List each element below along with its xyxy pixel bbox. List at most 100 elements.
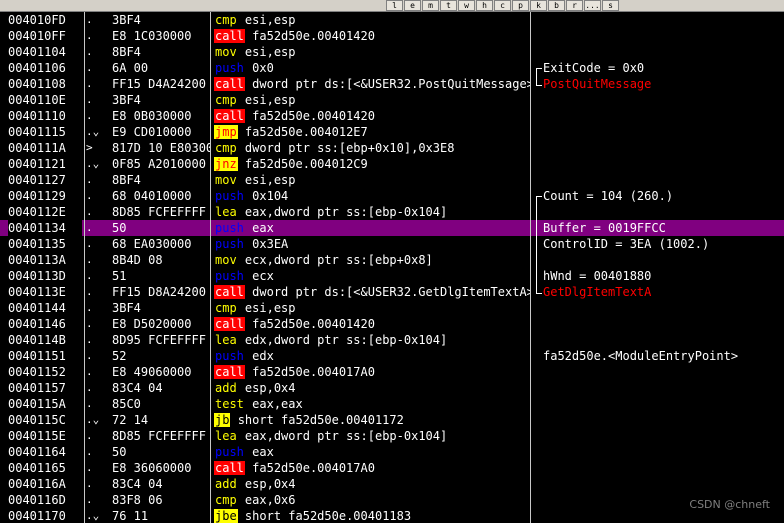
operands: esi,esp (244, 173, 296, 187)
mnemonic: mov (215, 173, 237, 187)
jump-marker: . (86, 381, 93, 394)
disasm-row[interactable]: 0040116A. 83C4 04 add esp,0x4 (0, 476, 784, 492)
hex-bytes: 50 (112, 445, 127, 459)
instruction: mov ecx,dword ptr ss:[ebp+0x8] (214, 252, 530, 268)
jump-marker: > (86, 141, 93, 154)
disasm-row[interactable]: 0040115C .⌄ 72 14 jb short fa52d50e.0040117… (0, 412, 784, 428)
address: 00401129 (8, 189, 66, 203)
disasm-row[interactable]: 00401144. 3BF4 cmp esi,esp (0, 300, 784, 316)
operands: ecx (252, 269, 274, 283)
instruction: cmp esi,esp (214, 12, 530, 28)
comment: Count = 104 (260.) (543, 189, 674, 203)
disasm-row[interactable]: 0040113A. 8B4D 08 mov ecx,dword ptr ss:[eb… (0, 252, 784, 268)
mnemonic: lea (215, 333, 237, 347)
disasm-row[interactable]: 0040113E. FF15 D8A24200 call dword ptr ds:… (0, 284, 784, 300)
disasm-row[interactable]: 0040113D. 51 push ecx hWnd = 00401880 (0, 268, 784, 284)
toolbar-button[interactable]: h (476, 0, 493, 11)
disasm-row[interactable]: 00401165. E8 36060000 call fa52d50e.004017… (0, 460, 784, 476)
instruction: add esp,0x4 (214, 380, 530, 396)
disasm-row[interactable]: 00401164. 50 push eax (0, 444, 784, 460)
toolbar-button[interactable]: t (440, 0, 457, 11)
disasm-row[interactable]: 00401115 .⌄ E9 CD010000 jmp fa52d50e.004012… (0, 124, 784, 140)
toolbar-button[interactable]: s (602, 0, 619, 11)
toolbar-button[interactable]: p (512, 0, 529, 11)
toolbar-button[interactable]: r (566, 0, 583, 11)
toolbar-button[interactable]: b (548, 0, 565, 11)
toolbar-button[interactable]: k (530, 0, 547, 11)
mnemonic: mov (215, 45, 237, 59)
toolbar: l e m t w h c p k b r... s (0, 0, 784, 12)
disasm-row[interactable]: 0040114B. 8D95 FCFEFFFF lea edx,dword ptr … (0, 332, 784, 348)
jump-marker: . (86, 429, 93, 442)
instruction: push eax (214, 444, 530, 460)
address: 0040111A (8, 141, 66, 155)
disasm-row[interactable]: 00401106. 6A 00 push 0x0 ExitCode = 0x0 (0, 60, 784, 76)
jump-marker: . (86, 301, 93, 314)
mnemonic: push (215, 269, 244, 283)
address: 0040113D (8, 269, 66, 283)
disasm-row[interactable]: 0040116D. 83F8 06 cmp eax,0x6 (0, 492, 784, 508)
instruction: jbe short fa52d50e.00401183 (214, 508, 530, 523)
hex-bytes: 83C4 04 (112, 381, 163, 395)
hex-bytes: E8 D5020000 (112, 317, 192, 331)
disasm-row[interactable]: 00401146. E8 D5020000 call fa52d50e.004014… (0, 316, 784, 332)
instruction: push 0x104 (214, 188, 530, 204)
disasm-row[interactable]: 00401110. E8 0B030000 call fa52d50e.004014… (0, 108, 784, 124)
disasm-row[interactable]: 00401134. 50 push eax Buffer = 0019FFCC (0, 220, 784, 236)
disasm-row[interactable]: 00401108. FF15 D4A24200 call dword ptr ds:… (0, 76, 784, 92)
operands: edx (252, 349, 274, 363)
hex-bytes: 51 (112, 269, 127, 283)
disassembly-pane[interactable]: 004010FD. 3BF4 cmp esi,esp 004010FF. E8 1C03… (0, 12, 784, 523)
disasm-row[interactable]: 004010FF. E8 1C030000 call fa52d50e.004014… (0, 28, 784, 44)
jump-marker: . (86, 29, 93, 42)
watermark: CSDN @chneft (689, 498, 770, 511)
disasm-row[interactable]: 00401129. 68 04010000 push 0x104 Count = 10… (0, 188, 784, 204)
instruction: jmp fa52d50e.004012E7 (214, 124, 530, 140)
disasm-row[interactable]: 0040115A. 85C0 test eax,eax (0, 396, 784, 412)
disasm-row[interactable]: 0040110E. 3BF4 cmp esi,esp (0, 92, 784, 108)
hex-bytes: 50 (112, 221, 127, 235)
operands: eax,0x6 (244, 493, 296, 507)
toolbar-button[interactable]: e (404, 0, 421, 11)
jump-marker: . (86, 189, 93, 202)
mnemonic: add (215, 477, 237, 491)
disasm-row[interactable]: 0040112E. 8D85 FCFEFFFF lea eax,dword ptr … (0, 204, 784, 220)
operands: fa52d50e.004012C9 (244, 157, 368, 171)
toolbar-button[interactable]: m (422, 0, 439, 11)
disasm-row[interactable]: 00401121 .⌄ 0F85 A2010000 jnz fa52d50e.0040… (0, 156, 784, 172)
jump-marker: . (86, 397, 93, 410)
disasm-row[interactable]: 0040115E. 8D85 FCFEFFFF lea eax,dword ptr … (0, 428, 784, 444)
hex-bytes: 817D 10 E8030000 (112, 141, 210, 155)
disasm-row[interactable]: 00401152. E8 49060000 call fa52d50e.004017… (0, 364, 784, 380)
toolbar-button[interactable]: ... (584, 0, 601, 11)
instruction: cmp esi,esp (214, 300, 530, 316)
hex-bytes: 8D85 FCFEFFFF (112, 429, 206, 443)
disasm-row[interactable]: 00401151. 52 push edx fa52d50e.<ModuleEntry… (0, 348, 784, 364)
disasm-row[interactable]: 00401104. 8BF4 mov esi,esp (0, 44, 784, 60)
jump-marker: . (86, 61, 93, 74)
mnemonic: call (214, 77, 245, 91)
disasm-row[interactable]: 00401157. 83C4 04 add esp,0x4 (0, 380, 784, 396)
disasm-row[interactable]: 0040111A >817D 10 E8030000 cmp dword ptr s… (0, 140, 784, 156)
mnemonic: call (214, 365, 245, 379)
disasm-row[interactable]: 00401135. 68 EA030000 push 0x3EA ControlID … (0, 236, 784, 252)
operands: eax,eax (252, 397, 303, 411)
toolbar-button[interactable]: w (458, 0, 475, 11)
address: 0040115C (8, 413, 66, 427)
mnemonic: push (215, 349, 244, 363)
disasm-row[interactable]: 00401170 .⌄ 76 11 jbe short fa52d50e.004011… (0, 508, 784, 523)
address: 0040115E (8, 429, 66, 443)
jump-marker: .⌄ (86, 125, 100, 138)
instruction: lea edx,dword ptr ss:[ebp-0x104] (214, 332, 530, 348)
toolbar-button[interactable]: c (494, 0, 511, 11)
instruction: push eax (214, 220, 530, 236)
operands: fa52d50e.004012E7 (244, 125, 368, 139)
operands: fa52d50e.004017A0 (252, 365, 375, 379)
disasm-row[interactable]: 004010FD. 3BF4 cmp esi,esp (0, 12, 784, 28)
address: 00401121 (8, 157, 66, 171)
disasm-row[interactable]: 00401127. 8BF4 mov esi,esp (0, 172, 784, 188)
instruction: call fa52d50e.00401420 (214, 108, 530, 124)
address: 00401110 (8, 109, 66, 123)
toolbar-button[interactable]: l (386, 0, 403, 11)
operands: fa52d50e.004017A0 (252, 461, 375, 475)
